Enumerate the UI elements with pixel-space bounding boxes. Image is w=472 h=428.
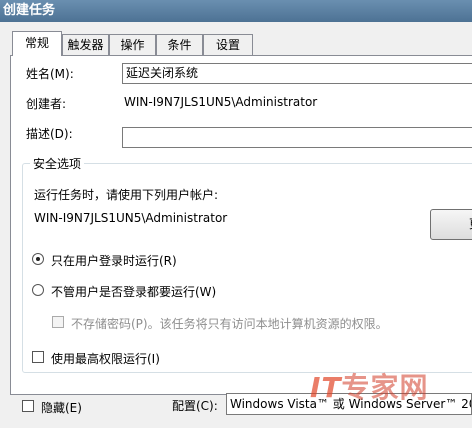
highest-privileges-label[interactable]: 使用最高权限运行(I) [51, 350, 160, 367]
name-field[interactable]: 延迟关闭系统 [122, 63, 472, 84]
hidden-checkbox[interactable] [22, 400, 34, 412]
run-whether-logged-on-label[interactable]: 不管用户是否登录都要运行(W) [51, 283, 216, 300]
run-whether-logged-on-radio[interactable] [32, 284, 44, 296]
name-label: 姓名(M): [26, 67, 74, 81]
run-only-logged-on-radio[interactable] [32, 253, 44, 265]
change-user-button[interactable]: 更 [430, 209, 472, 240]
tab-actions[interactable]: 操作 [109, 34, 156, 55]
user-account-value: WIN-I9N7JLS1UN5\Administrator [34, 211, 228, 225]
window-title: 创建任务 [0, 0, 472, 22]
highest-privileges-checkbox[interactable] [32, 351, 44, 363]
tab-triggers[interactable]: 触发器 [62, 34, 109, 55]
description-label: 描述(D): [26, 127, 73, 141]
run-only-logged-on-label[interactable]: 只在用户登录时运行(R) [51, 252, 177, 269]
configure-label: 配置(C): [172, 399, 218, 413]
tab-conditions[interactable]: 条件 [156, 34, 203, 55]
tab-general[interactable]: 常规 [12, 31, 62, 56]
watermark-text: 专家网 [341, 371, 429, 404]
hidden-label[interactable]: 隐藏(E) [41, 399, 82, 416]
author-value: WIN-I9N7JLS1UN5\Administrator [124, 95, 318, 109]
do-not-store-password-label: 不存储密码(P)。该任务将只有访问本地计算机资源的权限。 [71, 317, 388, 331]
watermark-logo: IT专家网 [310, 366, 429, 406]
do-not-store-password-checkbox[interactable] [52, 316, 64, 328]
watermark-it: IT [310, 371, 342, 404]
radio-selected-dot [36, 257, 40, 261]
security-options-title: 安全选项 [30, 155, 85, 172]
description-field[interactable] [122, 127, 472, 148]
tab-settings[interactable]: 设置 [203, 34, 253, 55]
author-label: 创建者: [26, 97, 67, 111]
run-as-prompt: 运行任务时，请使用下列用户帐户: [34, 188, 219, 202]
